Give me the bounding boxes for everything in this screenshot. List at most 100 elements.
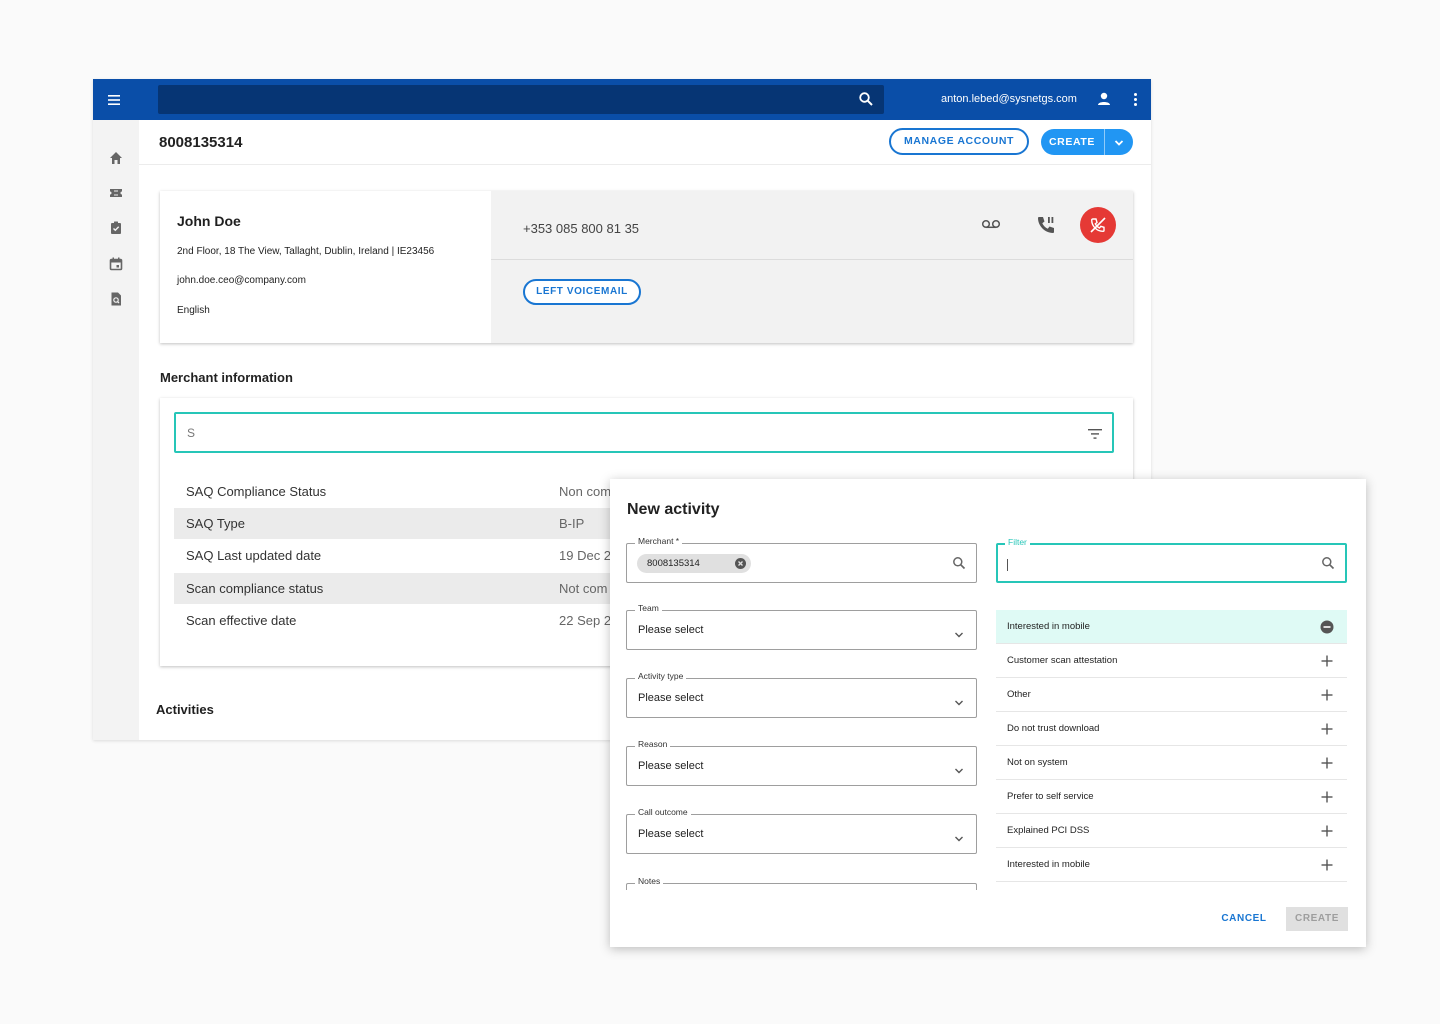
- plus-icon[interactable]: [1320, 790, 1334, 804]
- user-icon[interactable]: [1096, 91, 1112, 112]
- info-value: 22 Sep 2: [559, 613, 612, 628]
- create-dropdown-button[interactable]: [1104, 129, 1133, 155]
- option-item[interactable]: Prefer to self service: [996, 780, 1347, 814]
- notes-mask: [610, 890, 990, 947]
- ticket-icon[interactable]: [108, 185, 124, 201]
- team-label: Team: [635, 603, 662, 613]
- phone-hangup-icon: [1088, 215, 1108, 240]
- phone-paused-icon[interactable]: [1035, 214, 1057, 241]
- notes-label: Notes: [635, 876, 664, 886]
- left-voicemail-button[interactable]: LEFT VOICEMAIL: [523, 279, 641, 305]
- option-label: Other: [1007, 689, 1031, 700]
- contact-details: John Doe 2nd Floor, 18 The View, Tallagh…: [160, 191, 491, 343]
- info-value: Not com: [559, 581, 608, 596]
- activity-type-select[interactable]: Activity type Please select: [626, 671, 977, 718]
- clipboard-check-icon[interactable]: [108, 220, 124, 236]
- reason-select[interactable]: Reason Please select: [626, 739, 977, 786]
- merchant-chip: 8008135314: [637, 554, 751, 573]
- merchant-section-title: Merchant information: [160, 370, 293, 385]
- option-item[interactable]: Not on system: [996, 746, 1347, 780]
- create-activity-button[interactable]: CREATE: [1286, 907, 1348, 931]
- manage-account-button[interactable]: MANAGE ACCOUNT: [889, 128, 1029, 155]
- plus-icon[interactable]: [1320, 688, 1334, 702]
- reason-label: Reason: [635, 739, 671, 749]
- merchant-filter-value: S: [187, 426, 196, 440]
- call-panel: +353 085 800 81 35 LEFT VOICEMAIL: [491, 191, 1133, 343]
- divider: [491, 259, 1133, 260]
- call-outcome-label: Call outcome: [635, 807, 691, 817]
- option-label: Explained PCI DSS: [1007, 825, 1090, 836]
- contact-address: 2nd Floor, 18 The View, Tallaght, Dublin…: [177, 246, 435, 257]
- reason-value: Please select: [638, 760, 704, 772]
- search-icon[interactable]: [952, 556, 966, 575]
- activities-title: Activities: [156, 702, 214, 717]
- merchant-filter-input[interactable]: S: [174, 412, 1114, 453]
- option-item[interactable]: Interested in mobile: [996, 610, 1347, 644]
- chevron-down-icon: [1113, 136, 1125, 154]
- option-label: Not on system: [1007, 757, 1068, 768]
- activity-type-label: Activity type: [635, 671, 687, 681]
- chevron-down-icon: [954, 626, 964, 644]
- info-label: SAQ Compliance Status: [186, 484, 327, 499]
- contact-name: John Doe: [177, 213, 241, 229]
- info-value: B-IP: [559, 516, 585, 531]
- create-split-button: CREATE: [1041, 129, 1133, 155]
- contact-language: English: [177, 305, 210, 316]
- document-search-icon[interactable]: [108, 291, 124, 307]
- filter-label: Filter: [1005, 537, 1030, 547]
- top-app-bar: anton.lebed@sysnetgs.com: [93, 79, 1151, 120]
- filter-input[interactable]: Filter: [996, 537, 1347, 583]
- voicemail-icon[interactable]: [981, 217, 1001, 236]
- more-vert-icon[interactable]: [1130, 91, 1140, 109]
- user-email: anton.lebed@sysnetgs.com: [941, 93, 1077, 105]
- hangup-button[interactable]: [1080, 207, 1116, 243]
- new-activity-dialog: New activity Merchant * 8008135314 Team …: [610, 479, 1366, 947]
- option-label: Interested in mobile: [1007, 621, 1090, 632]
- account-number: 8008135314: [159, 134, 243, 151]
- merchant-field[interactable]: Merchant * 8008135314: [626, 536, 977, 583]
- option-item[interactable]: Other: [996, 678, 1347, 712]
- plus-icon[interactable]: [1320, 858, 1334, 872]
- filter-list-icon[interactable]: [1088, 427, 1102, 445]
- account-header: 8008135314 MANAGE ACCOUNT CREATE: [139, 120, 1151, 165]
- merchant-chip-label: 8008135314: [647, 558, 700, 569]
- calendar-icon[interactable]: [108, 256, 124, 272]
- chevron-down-icon: [954, 694, 964, 712]
- option-item[interactable]: Customer scan attestation: [996, 644, 1347, 678]
- chevron-down-icon: [954, 762, 964, 780]
- phone-number: +353 085 800 81 35: [523, 221, 640, 236]
- contact-card: John Doe 2nd Floor, 18 The View, Tallagh…: [160, 191, 1133, 343]
- home-icon[interactable]: [108, 150, 124, 166]
- activity-type-value: Please select: [638, 692, 704, 704]
- option-label: Do not trust download: [1007, 723, 1100, 734]
- remove-circle-icon[interactable]: [1320, 620, 1334, 634]
- info-label: Scan effective date: [186, 613, 297, 628]
- option-item[interactable]: Do not trust download: [996, 712, 1347, 746]
- option-label: Interested in mobile: [1007, 859, 1090, 870]
- team-value: Please select: [638, 624, 704, 636]
- plus-icon[interactable]: [1320, 824, 1334, 838]
- info-value: Non com: [559, 484, 612, 499]
- call-outcome-select[interactable]: Call outcome Please select: [626, 807, 977, 854]
- option-item[interactable]: Explained PCI DSS: [996, 814, 1347, 848]
- create-button[interactable]: CREATE: [1041, 129, 1103, 155]
- close-circle-icon[interactable]: [735, 558, 746, 569]
- option-label: Prefer to self service: [1007, 791, 1094, 802]
- search-icon[interactable]: [1321, 556, 1335, 575]
- sidebar: [93, 120, 139, 740]
- team-select[interactable]: Team Please select: [626, 603, 977, 650]
- info-value: 19 Dec 2: [559, 548, 612, 563]
- plus-icon[interactable]: [1320, 756, 1334, 770]
- contact-email: john.doe.ceo@company.com: [177, 275, 306, 286]
- plus-icon[interactable]: [1320, 654, 1334, 668]
- cancel-button[interactable]: CANCEL: [1218, 907, 1270, 931]
- plus-icon[interactable]: [1320, 722, 1334, 736]
- option-item[interactable]: Interested in mobile: [996, 848, 1347, 882]
- global-search-input[interactable]: [158, 85, 884, 114]
- dialog-title: New activity: [627, 501, 720, 518]
- menu-icon[interactable]: [105, 91, 123, 109]
- merchant-field-label: Merchant *: [635, 536, 683, 546]
- info-label: Scan compliance status: [186, 581, 324, 596]
- option-label: Customer scan attestation: [1007, 655, 1118, 666]
- search-icon[interactable]: [858, 91, 874, 112]
